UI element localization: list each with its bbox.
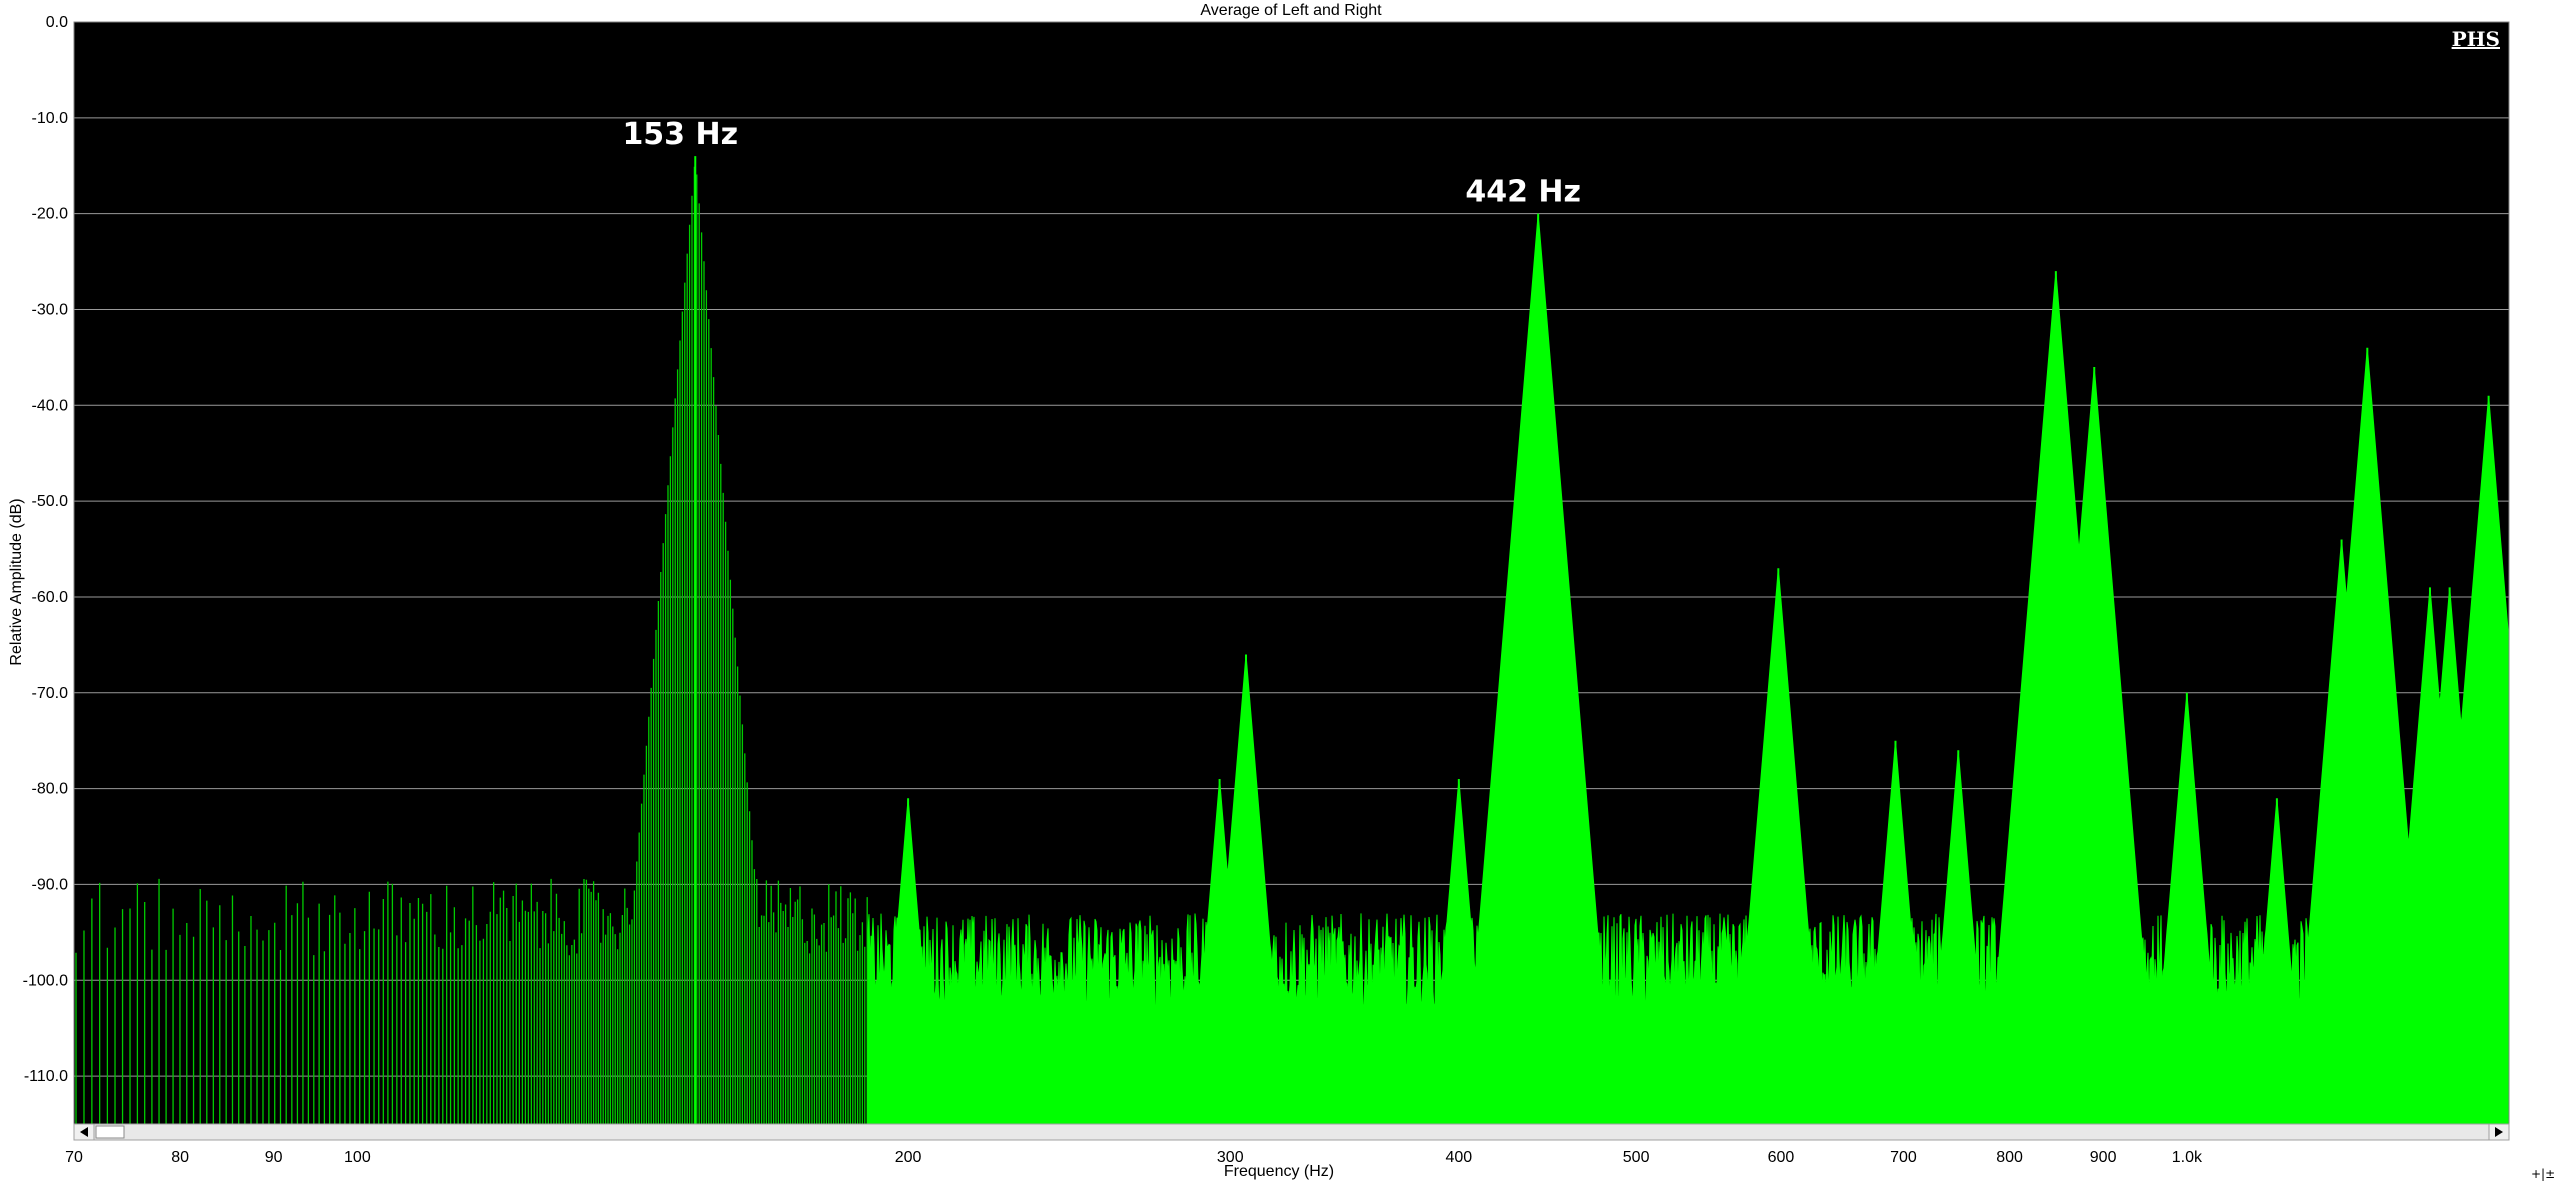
y-tick-label: -50.0 [32, 493, 69, 510]
x-tick-label: 900 [2090, 1149, 2117, 1166]
y-tick-label: -70.0 [32, 685, 69, 702]
scrollbar-track[interactable] [73, 1123, 2510, 1141]
y-tick-labels: 0.0 -10.0 -20.0 -30.0 -40.0 -50.0 -60.0 -70.0 -8… [23, 14, 68, 1085]
scrollbar-thumb[interactable] [95, 1125, 125, 1139]
chart-title: Average of Left and Right [1200, 2, 1382, 19]
x-tick-label: 200 [895, 1149, 922, 1166]
x-tick-label: 600 [1768, 1149, 1795, 1166]
x-tick-label: 1.0k [2172, 1149, 2203, 1166]
x-tick-label: 400 [1445, 1149, 1472, 1166]
y-tick-label: -60.0 [32, 589, 69, 606]
y-tick-label: -30.0 [32, 301, 69, 318]
phs-badge: PHS [2452, 27, 2500, 51]
x-tick-label: 70 [65, 1149, 83, 1166]
peak-annotation: 153 Hz [622, 117, 738, 152]
y-axis-title: Relative Amplitude (dB) [8, 498, 25, 665]
x-tick-label: 700 [1890, 1149, 1917, 1166]
y-tick-label: -110.0 [24, 1068, 68, 1085]
y-tick-label: -40.0 [32, 397, 69, 414]
y-tick-label: -10.0 [32, 110, 69, 127]
x-tick-label: 500 [1623, 1149, 1650, 1166]
zoom-controls-icon[interactable]: +|± [2531, 1167, 2554, 1181]
spectrum-svg: 153 Hz 442 Hz Average of Left and Right R… [8, 2, 2554, 1181]
x-tick-label: 800 [1996, 1149, 2023, 1166]
x-tick-label: 80 [171, 1149, 189, 1166]
y-tick-label: -20.0 [32, 206, 69, 223]
x-tick-label: 300 [1217, 1149, 1244, 1166]
y-tick-label: -90.0 [32, 876, 69, 893]
x-tick-label: 100 [344, 1149, 371, 1166]
y-tick-label: -100.0 [23, 972, 68, 989]
svg-text:+|±: +|± [2531, 1167, 2554, 1181]
y-tick-label: 0.0 [46, 14, 68, 31]
peak-annotation: 442 Hz [1465, 175, 1581, 210]
x-tick-label: 90 [265, 1149, 283, 1166]
y-tick-label: -80.0 [32, 781, 69, 798]
horizontal-scrollbar[interactable] [73, 1123, 2510, 1141]
spectrum-chart: 153 Hz 442 Hz Average of Left and Right R… [0, 0, 2554, 1182]
